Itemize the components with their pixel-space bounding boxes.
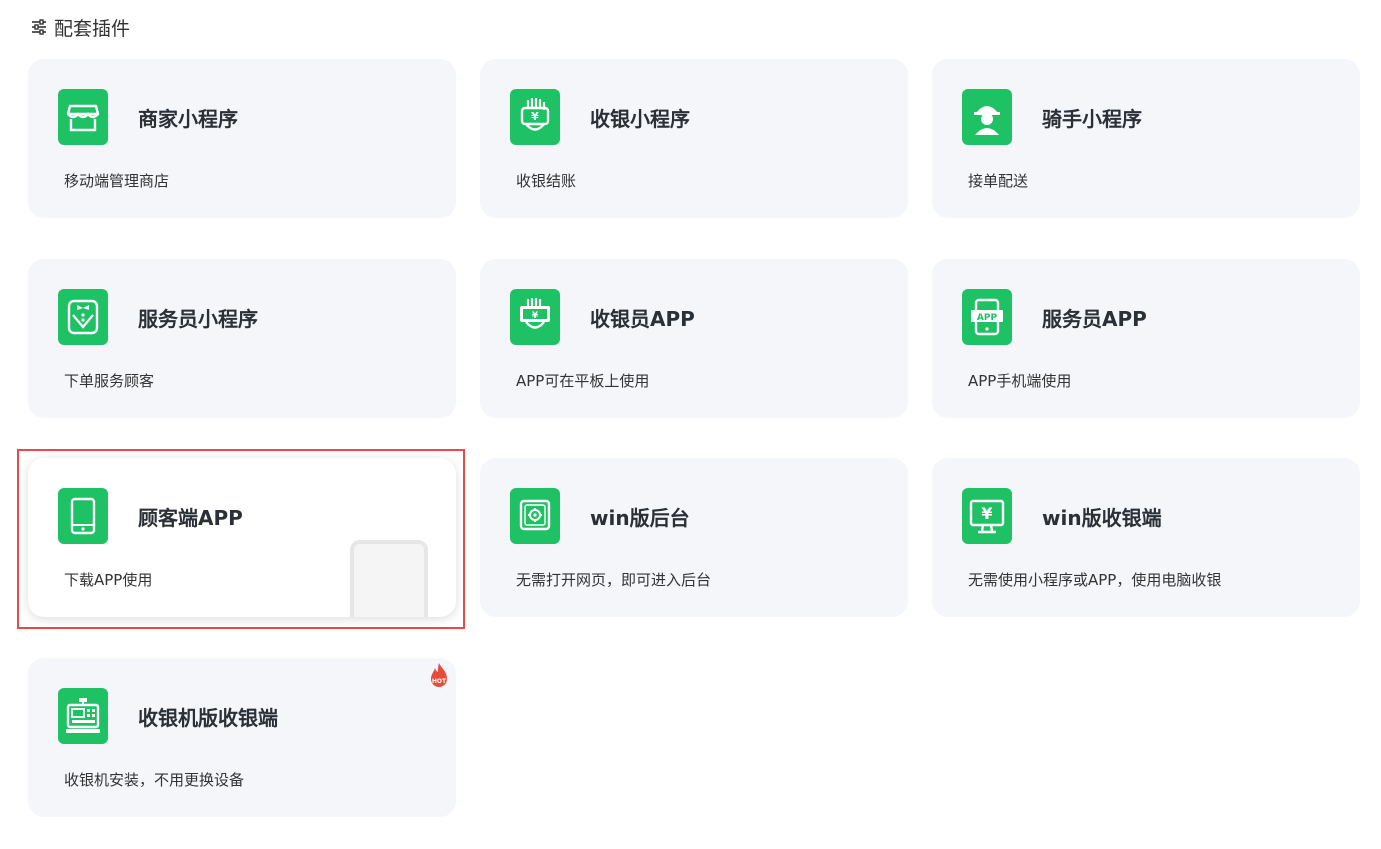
hot-badge-label: HOT xyxy=(432,678,447,685)
cashier-tablet-icon: ¥ xyxy=(510,289,560,345)
plugin-card-register-cashier[interactable]: 收银机版收银端 收银机安装，不用更换设备 xyxy=(28,658,456,817)
plugin-name: win版后台 xyxy=(590,506,690,530)
plugin-desc: 移动端管理商店 xyxy=(64,172,170,190)
waiter-icon xyxy=(58,289,108,345)
plugin-name: 收银员APP xyxy=(590,307,695,331)
cash-register-icon xyxy=(58,688,108,744)
cashier-hand-icon: ¥ xyxy=(510,89,560,145)
plugin-grid: 商家小程序 移动端管理商店 ¥ 收银小程序 收银结账 骑手小程序 接单配送 服务… xyxy=(0,0,1381,849)
plugin-desc: APP可在平板上使用 xyxy=(516,372,650,390)
plugin-card-merchant-miniprogram[interactable]: 商家小程序 移动端管理商店 xyxy=(28,59,456,218)
plugin-desc: 接单配送 xyxy=(968,172,1029,190)
plugin-desc: 无需使用小程序或APP，使用电脑收银 xyxy=(968,571,1222,589)
plugin-name: win版收银端 xyxy=(1042,506,1162,530)
selection-highlight xyxy=(17,449,465,629)
monitor-yen-icon: ¥ xyxy=(962,488,1012,544)
rider-icon xyxy=(962,89,1012,145)
plugin-card-waiter-miniprogram[interactable]: 服务员小程序 下单服务顾客 xyxy=(28,259,456,418)
plugin-name: 收银小程序 xyxy=(590,107,690,131)
plugin-card-win-backend[interactable]: win版后台 无需打开网页，即可进入后台 xyxy=(480,458,908,617)
plugin-desc: 收银结账 xyxy=(516,172,577,190)
plugin-card-win-cashier[interactable]: ¥ win版收银端 无需使用小程序或APP，使用电脑收银 xyxy=(932,458,1360,617)
settings-window-icon xyxy=(510,488,560,544)
plugin-desc: 无需打开网页，即可进入后台 xyxy=(516,571,712,589)
svg-text:¥: ¥ xyxy=(532,311,539,321)
svg-text:¥: ¥ xyxy=(531,110,539,123)
phone-app-icon: APP xyxy=(962,289,1012,345)
plugin-name: 骑手小程序 xyxy=(1042,107,1142,131)
plugin-name: 服务员APP xyxy=(1042,307,1147,331)
plugin-card-cashier-app[interactable]: ¥ 收银员APP APP可在平板上使用 xyxy=(480,259,908,418)
plugin-card-cashier-miniprogram[interactable]: ¥ 收银小程序 收银结账 xyxy=(480,59,908,218)
plugin-name: 商家小程序 xyxy=(138,107,238,131)
plugin-card-waiter-app[interactable]: APP 服务员APP APP手机端使用 xyxy=(932,259,1360,418)
plugin-desc: 收银机安装，不用更换设备 xyxy=(64,771,245,789)
plugin-desc: APP手机端使用 xyxy=(968,372,1072,390)
plugin-desc: 下单服务顾客 xyxy=(64,372,155,390)
plugin-name: 服务员小程序 xyxy=(138,307,258,331)
hot-badge-icon: HOT xyxy=(431,663,447,687)
storefront-icon xyxy=(58,89,108,145)
app-icon-text: APP xyxy=(977,313,998,323)
plugin-card-rider-miniprogram[interactable]: 骑手小程序 接单配送 xyxy=(932,59,1360,218)
svg-text:¥: ¥ xyxy=(981,504,992,523)
plugin-name: 收银机版收银端 xyxy=(138,706,278,730)
